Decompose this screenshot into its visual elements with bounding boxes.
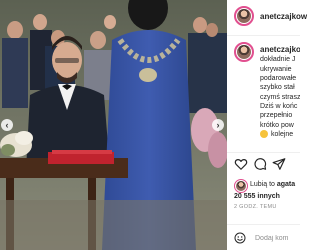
instagram-post: ‹ › anetczajkow anetczajkow dokładnie J …	[0, 0, 307, 250]
likes-summary: Lubią to agata 20 555 innych	[227, 176, 300, 204]
caption-line: krótko pow	[260, 122, 294, 129]
caption-line: kolejne	[271, 131, 294, 138]
chevron-right-icon[interactable]: ›	[212, 119, 224, 131]
liker-avatar[interactable]	[234, 179, 248, 193]
post-header: anetczajkow	[227, 0, 307, 36]
post-photo[interactable]: ‹ ›	[0, 0, 227, 250]
caption-line: czymś strasz	[260, 94, 300, 101]
post-caption: anetczajkow dokładnie J ukrywanie podaro…	[227, 37, 300, 145]
caption-username[interactable]: anetczajkow	[260, 45, 300, 54]
chevron-left-icon[interactable]: ‹	[1, 119, 13, 131]
share-icon[interactable]	[272, 157, 286, 171]
comment-box	[227, 224, 300, 250]
caption-line: ukrywanie	[260, 66, 292, 73]
caption-line: szybko stał	[260, 84, 295, 91]
liker-username[interactable]: agata	[277, 181, 295, 188]
comment-icon[interactable]	[253, 157, 267, 171]
likes-prefix: Lubią to	[250, 181, 275, 188]
caption-line: podarowałe	[260, 75, 297, 82]
caption-line: dokładnie J	[260, 56, 296, 63]
comment-input[interactable]	[255, 231, 299, 245]
post-timestamp[interactable]: 2 GODZ. TEMU	[234, 204, 277, 210]
emoji-icon	[260, 130, 268, 138]
caption-line: Dziś w końc	[260, 103, 298, 110]
post-actions	[227, 152, 300, 172]
heart-icon[interactable]	[234, 157, 248, 171]
post-side-panel: anetczajkow anetczajkow dokładnie J ukry…	[227, 0, 307, 250]
likes-suffix: innych	[257, 193, 280, 200]
post-username[interactable]: anetczajkow	[260, 12, 307, 21]
avatar[interactable]	[234, 6, 254, 26]
likes-count: 20 555	[234, 193, 256, 200]
likes-line: Lubią to agata	[250, 181, 295, 188]
caption-avatar[interactable]	[234, 42, 254, 62]
likes-count-line[interactable]: 20 555 innych	[234, 193, 280, 200]
smile-icon[interactable]	[234, 232, 246, 244]
caption-line: przepełnio	[260, 112, 293, 119]
wedding-photo-image	[0, 0, 227, 250]
